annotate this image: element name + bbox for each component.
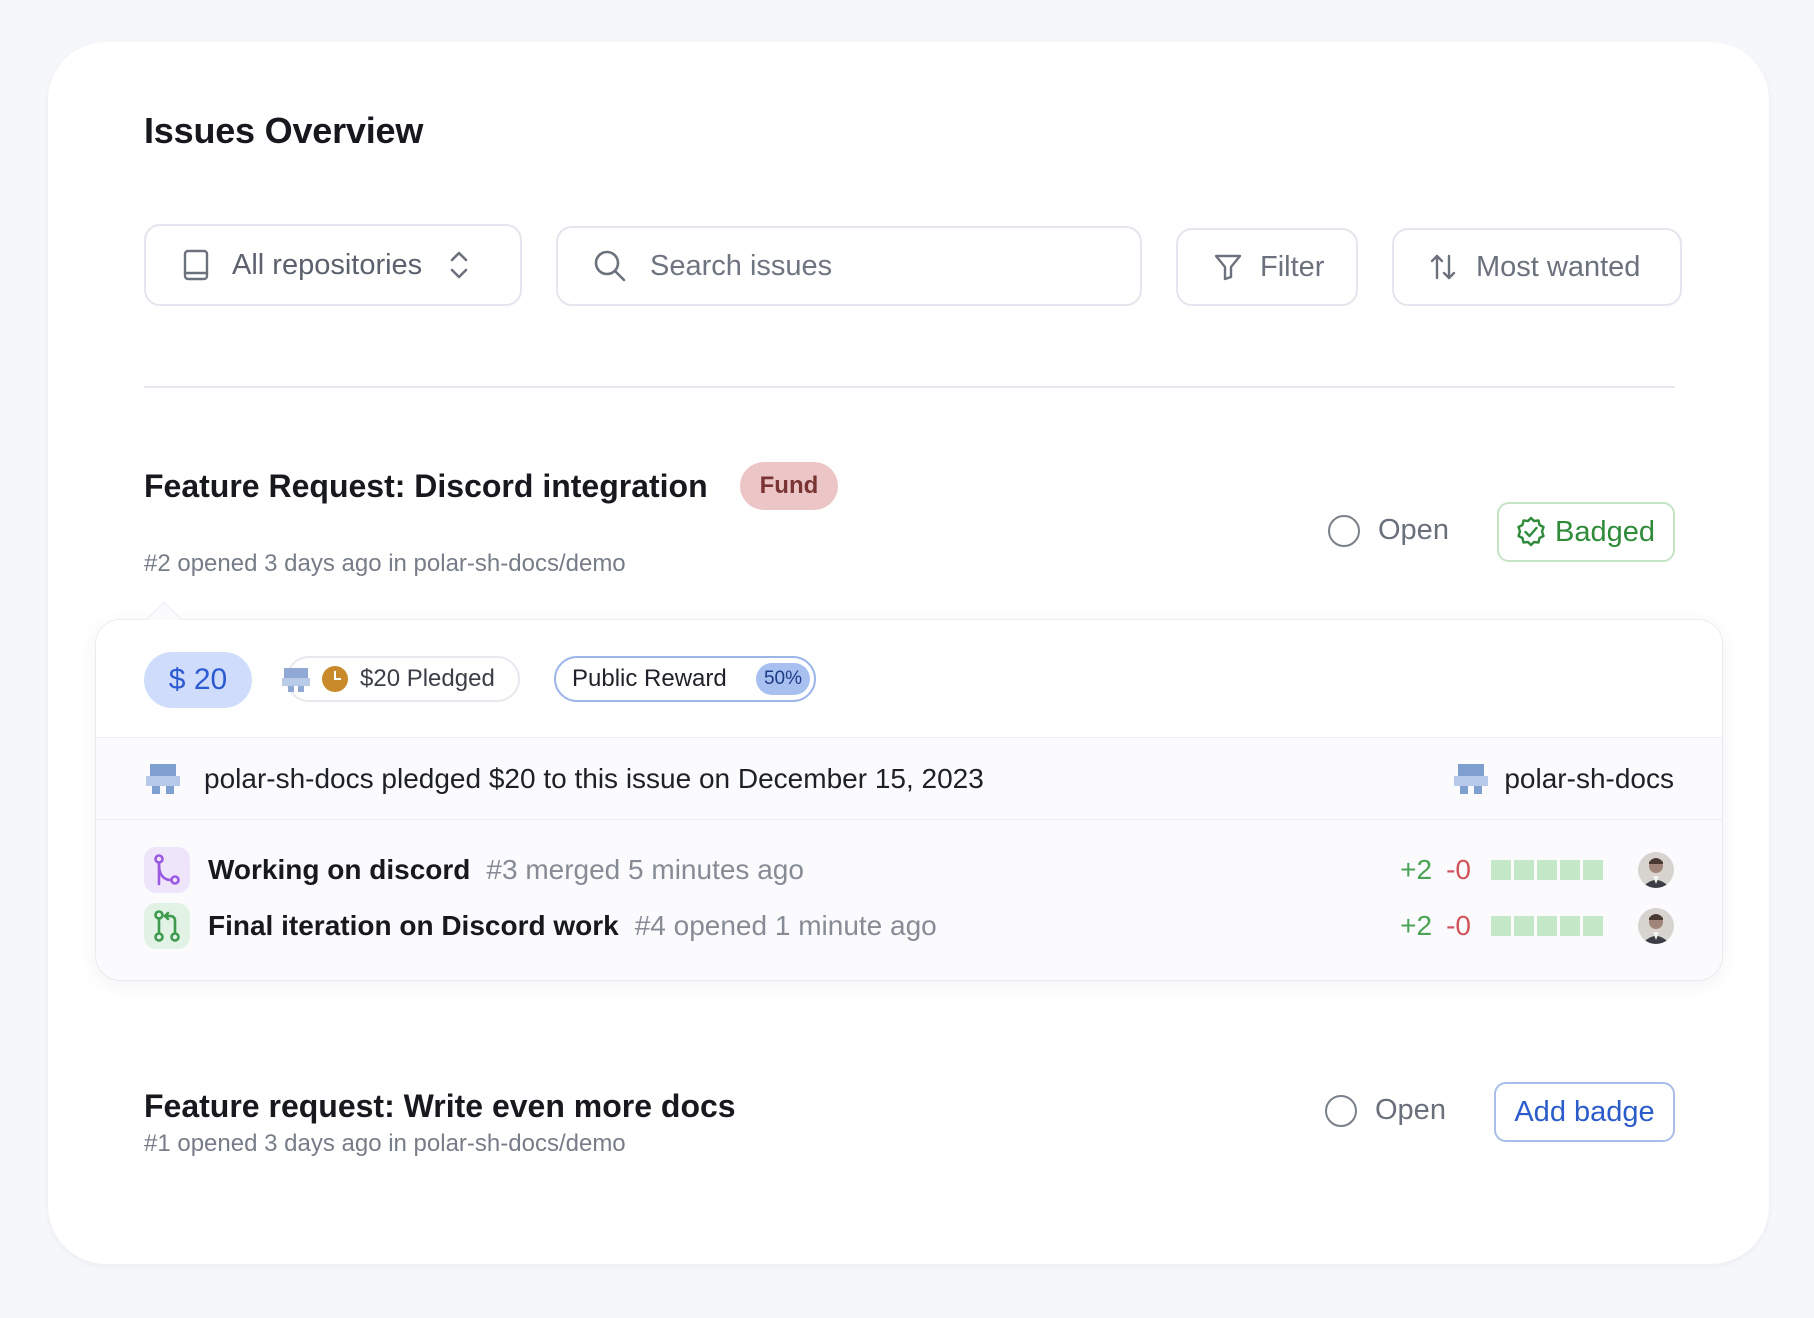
book-icon — [180, 249, 212, 281]
public-reward-pill[interactable]: Public Reward 50% — [554, 656, 816, 702]
author-avatar[interactable] — [1638, 908, 1674, 944]
pledge-text: polar-sh-docs pledged $20 to this issue … — [204, 762, 984, 794]
sort-label: Most wanted — [1476, 250, 1641, 283]
filter-button[interactable]: Filter — [1176, 228, 1358, 306]
issues-overview-card: Issues Overview All repositories Search … — [48, 42, 1769, 1264]
page-title: Issues Overview — [144, 110, 424, 151]
repository-selector-label: All repositories — [232, 248, 423, 281]
issue-meta: #2 opened 3 days ago in polar-sh-docs/de… — [144, 550, 626, 577]
pledge-row: polar-sh-docs pledged $20 to this issue … — [96, 738, 1722, 820]
clock-icon — [322, 666, 348, 692]
pledged-pill[interactable]: $20 Pledged — [282, 656, 520, 702]
repository-selector[interactable]: All repositories — [144, 224, 522, 306]
pr-meta: #4 opened 1 minute ago — [634, 910, 937, 941]
search-placeholder: Search issues — [650, 249, 833, 282]
pr-meta: #3 merged 5 minutes ago — [486, 854, 804, 885]
git-pull-request-icon — [144, 903, 190, 949]
funding-panel: $ 20 $20 Pledged Public Reward 50% polar… — [96, 603, 1722, 980]
pr-additions: +2 — [1400, 910, 1433, 941]
issue-meta: #1 opened 3 days ago in polar-sh-docs/de… — [144, 1130, 626, 1157]
issue-row-1: Feature Request: Discord integration Fun… — [144, 462, 839, 510]
pr-deletions: -0 — [1446, 854, 1471, 885]
public-reward-label: Public Reward — [572, 665, 727, 692]
issue-title[interactable]: Feature Request: Discord integration — [144, 468, 708, 505]
issue-state: Open — [1328, 514, 1449, 547]
pr-title: Working on discord — [208, 854, 471, 885]
sort-button[interactable]: Most wanted — [1392, 228, 1682, 306]
issue-state: Open — [1325, 1094, 1446, 1127]
filter-label: Filter — [1260, 250, 1325, 283]
badged-button[interactable]: Badged — [1497, 502, 1675, 562]
pr-deletions: -0 — [1446, 910, 1471, 941]
circle-icon — [1328, 514, 1360, 547]
issue-row-2: Feature request: Write even more docs — [144, 1088, 736, 1125]
pr-title: Final iteration on Discord work — [208, 910, 619, 941]
funding-summary: $ 20 $20 Pledged Public Reward 50% — [96, 620, 1722, 738]
add-badge-button[interactable]: Add badge — [1494, 1082, 1675, 1142]
fund-badge: Fund — [739, 462, 839, 510]
pr-diffstat: +2 -0 — [1400, 908, 1674, 944]
pr-diffstat: +2 -0 — [1400, 852, 1674, 888]
pr-additions: +2 — [1400, 854, 1433, 885]
org-avatar-icon — [1452, 760, 1490, 798]
pull-request-row[interactable]: Final iteration on Discord work #4 opene… — [144, 894, 1674, 958]
git-merge-icon — [144, 847, 190, 893]
pledged-label: $20 Pledged — [360, 665, 495, 692]
reward-percentage: 50% — [755, 663, 810, 695]
circle-icon — [1325, 1094, 1357, 1127]
diff-bars — [1491, 916, 1606, 936]
pledger-name: polar-sh-docs — [1504, 762, 1674, 794]
issue-state-label: Open — [1375, 1094, 1446, 1126]
search-icon — [590, 249, 630, 283]
arrows-up-down-icon — [1428, 253, 1458, 281]
issue-state-label: Open — [1378, 514, 1449, 546]
search-input[interactable]: Search issues — [556, 226, 1142, 306]
chevron-up-down-icon — [446, 250, 472, 280]
funnel-icon — [1212, 253, 1244, 281]
badged-label: Badged — [1555, 515, 1655, 548]
funding-amount: $ 20 — [144, 652, 252, 708]
org-avatar-icon — [282, 664, 310, 701]
author-avatar[interactable] — [1638, 852, 1674, 888]
diff-bars — [1491, 860, 1606, 880]
toolbar: All repositories Search issues Filter Mo… — [144, 224, 1682, 308]
divider — [144, 386, 1675, 388]
org-avatar-icon — [144, 760, 182, 798]
pull-request-row[interactable]: Working on discord #3 merged 5 minutes a… — [144, 838, 1674, 902]
check-badge-icon — [1515, 516, 1547, 548]
pledger[interactable]: polar-sh-docs — [1452, 760, 1674, 798]
issue-title[interactable]: Feature request: Write even more docs — [144, 1088, 736, 1125]
